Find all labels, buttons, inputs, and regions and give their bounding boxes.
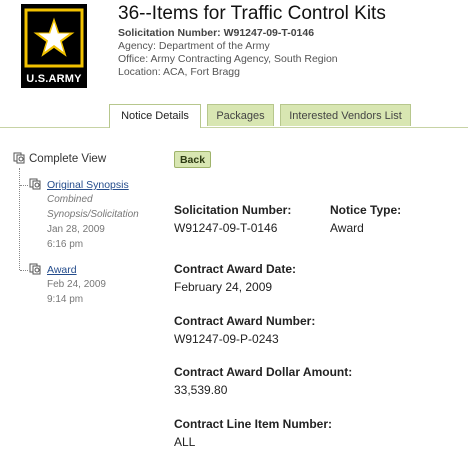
award-link[interactable]: Award [47,264,77,276]
node-date: Feb 24, 2009 [47,279,106,290]
office-text: Office: Army Contracting Agency, South R… [118,53,338,65]
logo-text: U.S.ARMY [26,73,82,85]
solicitation-number-value: W91247-09-T-0146 [174,221,278,235]
tab-bar-divider [0,127,468,128]
tab-interested-vendors-list[interactable]: Interested Vendors List [280,104,411,126]
location-text: Location: ACA, Fort Bragg [118,66,240,78]
notice-type-label: Notice Type: [330,203,402,217]
complete-view-node[interactable]: Complete View [13,152,106,165]
tree-connector [19,168,21,270]
award-number-label: Contract Award Number: [174,314,316,328]
node-type-line: Combined [47,194,93,205]
tree-branch [20,185,28,186]
node-time: 9:14 pm [47,294,84,305]
line-item-label: Contract Line Item Number: [174,417,333,431]
solicitation-number-header: Solicitation Number: W91247-09-T-0146 [118,27,315,39]
agency-text: Agency: Department of the Army [118,40,270,52]
complete-view-label: Complete View [29,153,107,165]
original-synopsis-link[interactable]: Original Synopsis [47,179,129,191]
dollar-amount-value: 33,539.80 [174,383,228,397]
tree-branch [20,270,28,271]
line-item-value: ALL [174,435,196,449]
award-date-value: February 24, 2009 [174,280,273,294]
award-date-label: Contract Award Date: [174,262,297,276]
document-search-icon [29,178,41,190]
node-time: 6:16 pm [47,239,84,250]
notice-type-value: Award [330,221,364,235]
back-button[interactable]: Back [174,151,211,168]
award-number-value: W91247-09-P-0243 [174,332,279,346]
dollar-amount-label: Contract Award Dollar Amount: [174,365,353,379]
node-type-line: Synopsis/Solicitation [47,209,139,220]
army-logo: U.S.ARMY [21,4,87,88]
tab-packages[interactable]: Packages [207,104,274,126]
node-date: Jan 28, 2009 [47,224,105,235]
documents-icon [13,152,25,164]
page-title: 36--Items for Traffic Control Kits [118,3,386,24]
document-search-icon [29,263,41,275]
tab-notice-details[interactable]: Notice Details [109,104,201,128]
army-star-icon [24,8,84,68]
solicitation-number-label: Solicitation Number: [174,203,292,217]
